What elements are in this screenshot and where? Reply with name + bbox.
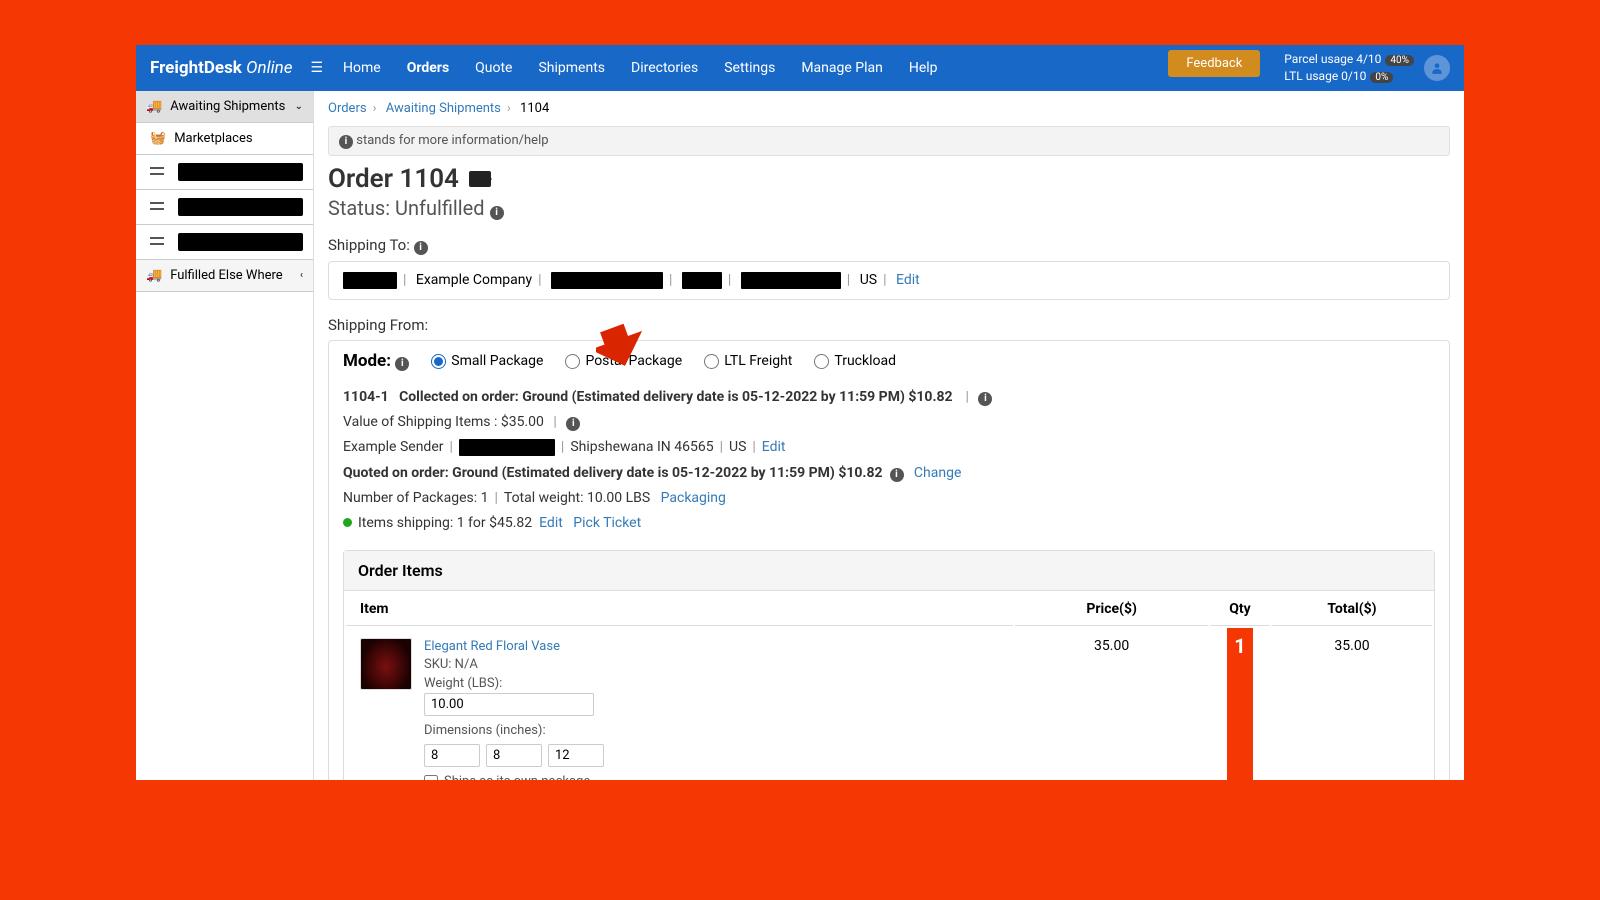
item-name-link[interactable]: Elegant Red Floral Vase (424, 638, 604, 656)
shipping-to-panel: | Example Company| | | | US| Edit (328, 261, 1450, 300)
sidebar-awaiting-shipments[interactable]: 🚚 Awaiting Shipments⌄ (136, 91, 313, 123)
page-title: Order 1104 (328, 164, 1450, 194)
truck-icon: 🚚 (146, 268, 162, 283)
info-icon[interactable]: i (890, 468, 904, 482)
nav-help[interactable]: Help (909, 60, 938, 76)
pick-ticket-link[interactable]: Pick Ticket (573, 515, 641, 531)
info-icon[interactable]: i (978, 392, 992, 406)
crumb-current: 1104 (520, 101, 549, 116)
sidebar-item-3[interactable] (136, 225, 313, 260)
nav-home[interactable]: Home (343, 60, 381, 76)
ships-own-checkbox[interactable]: Ships as its own package (424, 773, 604, 780)
col-item: Item (346, 593, 1013, 626)
info-icon[interactable]: i (395, 357, 409, 371)
main-nav: Home Orders Quote Shipments Directories … (343, 60, 938, 76)
video-icon[interactable] (469, 171, 491, 187)
packaging-link[interactable]: Packaging (661, 490, 726, 506)
item-total: 35.00 (1272, 628, 1432, 780)
col-total: Total($) (1272, 593, 1432, 626)
col-price: Price($) (1015, 593, 1208, 626)
chevron-right-icon: ‹ (300, 270, 303, 281)
sidebar: 🚚 Awaiting Shipments⌄ 🧺 Marketplaces 🚚 F… (136, 91, 314, 780)
nav-shipments[interactable]: Shipments (538, 60, 605, 76)
change-quote[interactable]: Change (914, 465, 961, 481)
order-items-title: Order Items (344, 551, 1434, 591)
sidebar-item-2[interactable] (136, 190, 313, 225)
feedback-button[interactable]: Feedback (1168, 50, 1260, 77)
crumb-awaiting[interactable]: Awaiting Shipments (386, 101, 501, 116)
table-row: Elegant Red Floral Vase SKU: N/A Weight … (346, 628, 1432, 780)
status-dot-icon (343, 518, 352, 527)
nav-quote[interactable]: Quote (475, 60, 512, 76)
edit-shipping-to[interactable]: Edit (896, 272, 920, 288)
info-icon[interactable]: i (566, 417, 580, 431)
topbar: FreightDesk Online ☰ Home Orders Quote S… (136, 45, 1464, 91)
mode-ltl-freight[interactable]: LTL Freight (704, 353, 792, 369)
dim-length-input[interactable] (424, 744, 480, 767)
list-icon (150, 237, 164, 247)
order-items-panel: Order Items Item Price($) Qty Total($) E… (343, 550, 1435, 780)
main-content: Orders› Awaiting Shipments› 1104 i stand… (314, 91, 1464, 780)
sidebar-fulfilled-elsewhere[interactable]: 🚚 Fulfilled Else Where‹ (136, 260, 313, 292)
nav-settings[interactable]: Settings (724, 60, 775, 76)
menu-toggle[interactable]: ☰ (310, 60, 323, 76)
mode-label: Mode: i (343, 351, 409, 371)
item-thumbnail (360, 638, 412, 690)
sidebar-marketplaces[interactable]: 🧺 Marketplaces (136, 123, 313, 155)
user-avatar[interactable] (1424, 55, 1450, 81)
nav-manage-plan[interactable]: Manage Plan (801, 60, 883, 76)
sidebar-item-1[interactable] (136, 155, 313, 190)
list-icon (150, 167, 164, 177)
item-price: 35.00 (1015, 628, 1208, 780)
order-status: Status: Unfulfilled i (328, 196, 1450, 220)
mode-postal-package[interactable]: Postal Package (565, 353, 682, 369)
breadcrumb: Orders› Awaiting Shipments› 1104 (314, 91, 1464, 126)
col-qty: Qty (1210, 593, 1270, 626)
list-icon (150, 202, 164, 212)
shipping-from-panel: Mode: i Small Package Postal Package LTL… (328, 340, 1450, 780)
edit-items[interactable]: Edit (539, 515, 563, 531)
edit-sender[interactable]: Edit (762, 439, 786, 455)
basket-icon: 🧺 (150, 131, 166, 146)
crumb-orders[interactable]: Orders (328, 101, 367, 116)
item-dimensions-label: Dimensions (inches): (424, 722, 604, 740)
mode-small-package[interactable]: Small Package (431, 353, 543, 369)
item-sku: SKU: N/A (424, 656, 604, 674)
shipping-from-label: Shipping From: (328, 316, 1450, 334)
mode-truckload[interactable]: Truckload (814, 353, 896, 369)
info-icon[interactable]: i (490, 206, 504, 220)
nav-directories[interactable]: Directories (631, 60, 698, 76)
item-weight-label: Weight (LBS): (424, 675, 604, 693)
item-qty: 1 (1210, 628, 1270, 658)
chevron-down-icon: ⌄ (295, 101, 303, 112)
info-icon[interactable]: i (414, 241, 428, 255)
info-banner: i stands for more information/help (328, 126, 1450, 156)
nav-orders[interactable]: Orders (407, 60, 449, 76)
truck-icon: 🚚 (146, 99, 162, 114)
weight-input[interactable] (424, 693, 594, 716)
dim-width-input[interactable] (486, 744, 542, 767)
usage-display: Parcel usage 4/1040% LTL usage 0/100% (1284, 51, 1414, 85)
shipping-to-label: Shipping To: i (328, 236, 1450, 255)
logo: FreightDesk Online (150, 58, 292, 78)
info-icon: i (339, 135, 353, 149)
dim-height-input[interactable] (548, 744, 604, 767)
